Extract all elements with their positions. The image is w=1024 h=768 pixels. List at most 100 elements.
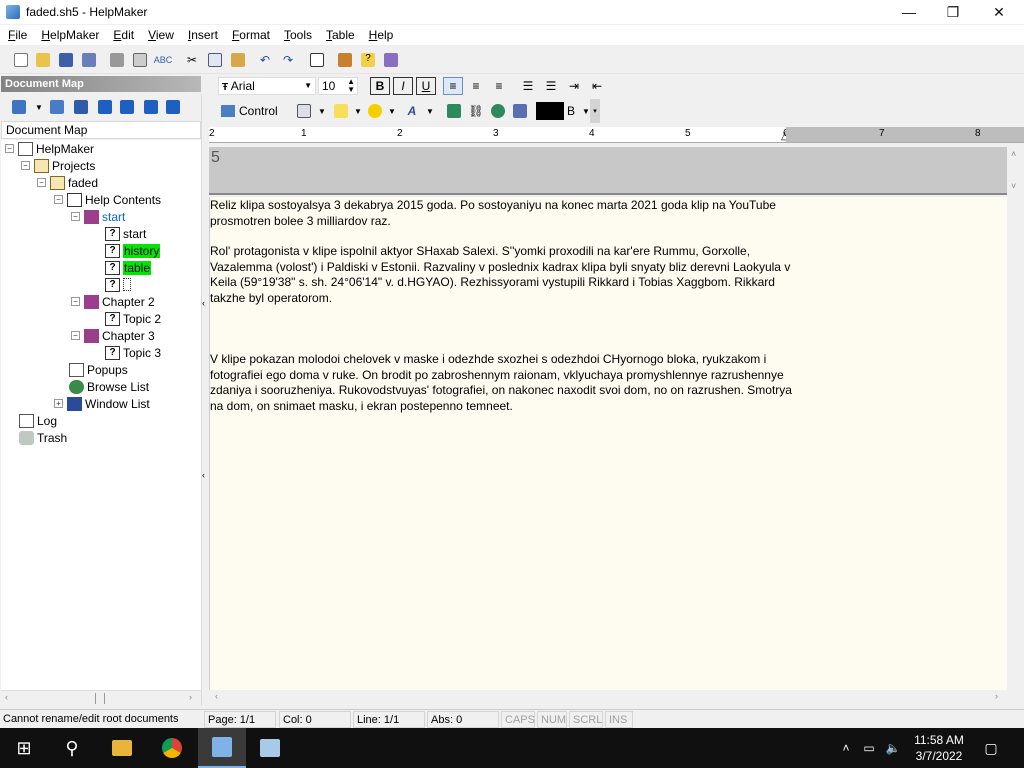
tree-node-blank-topic[interactable]: ? xyxy=(105,276,131,293)
tree-node-helpmaker[interactable]: − HelpMaker xyxy=(5,140,94,157)
align-left-button[interactable]: ≡ xyxy=(443,77,463,95)
save-icon[interactable] xyxy=(57,51,75,69)
picture-icon[interactable] xyxy=(510,102,530,120)
toolbar-overflow-icon[interactable]: ▾ xyxy=(590,99,600,123)
menu-tools[interactable]: Tools xyxy=(284,28,312,42)
taskbar-clock[interactable]: 11:58 AM 3/7/2022 xyxy=(906,732,972,764)
help-icon[interactable]: ? xyxy=(359,51,377,69)
scroll-down-icon[interactable]: ˅ xyxy=(1011,181,1016,191)
new-document-icon[interactable] xyxy=(12,51,30,69)
print-icon[interactable] xyxy=(108,51,126,69)
scroll-up-icon[interactable]: ˄ xyxy=(1011,149,1016,159)
numbering-button[interactable]: ☰ xyxy=(541,77,561,95)
link-icon[interactable]: ⛓ xyxy=(466,102,486,120)
indent-button[interactable]: ⇥ xyxy=(564,77,584,95)
topic-list-icon[interactable] xyxy=(72,98,90,116)
chevron-down-icon[interactable]: ▼ xyxy=(30,98,48,116)
copy-icon[interactable] xyxy=(206,51,224,69)
properties-icon[interactable] xyxy=(308,51,326,69)
tree-horizontal-scrollbar[interactable]: ‹ › xyxy=(1,690,201,707)
chevron-down-icon[interactable]: ▼ xyxy=(312,102,332,120)
close-button[interactable]: ✕ xyxy=(976,0,1022,24)
editor-horizontal-scrollbar[interactable]: ‹ › xyxy=(209,690,1024,707)
expand-icon[interactable]: + xyxy=(54,399,63,408)
menu-insert[interactable]: Insert xyxy=(188,28,218,42)
helpmaker-taskbar-icon[interactable] xyxy=(198,728,246,768)
editor-vertical-scrollbar[interactable] xyxy=(1007,197,1024,690)
tree-node-faded[interactable]: − faded xyxy=(37,174,98,191)
file-explorer-icon[interactable] xyxy=(98,728,146,768)
book-icon[interactable] xyxy=(382,51,400,69)
topic-editor[interactable]: Reliz klipa sostoyalsya 3 dekabrya 2015 … xyxy=(209,197,1007,690)
chrome-icon[interactable] xyxy=(148,728,196,768)
italic-button[interactable]: I xyxy=(393,77,413,95)
scroll-left-icon[interactable]: ‹ xyxy=(215,691,218,701)
undo-icon[interactable]: ↶ xyxy=(256,51,274,69)
table-insert-icon[interactable] xyxy=(294,102,314,120)
menu-edit[interactable]: Edit xyxy=(113,28,134,42)
open-folder-icon[interactable] xyxy=(34,51,52,69)
control-button[interactable]: Control xyxy=(220,102,290,120)
topic-header-pane[interactable]: 5 xyxy=(209,147,1007,195)
collapse-icon[interactable]: − xyxy=(21,161,30,170)
collapse-icon[interactable]: − xyxy=(37,178,46,187)
align-right-button[interactable]: ≡ xyxy=(489,77,509,95)
move-first-icon[interactable] xyxy=(96,98,114,116)
collapse-icon[interactable]: − xyxy=(71,297,80,306)
scroll-left-icon[interactable]: ‹ xyxy=(5,692,8,702)
move-last-icon[interactable] xyxy=(164,98,182,116)
outdent-button[interactable]: ⇤ xyxy=(587,77,607,95)
globe-icon[interactable] xyxy=(488,102,508,120)
menu-helpmaker[interactable]: HelpMaker xyxy=(41,28,99,42)
tree-node-topic3[interactable]: ? Topic 3 xyxy=(105,344,161,361)
align-center-button[interactable]: ≡ xyxy=(466,77,486,95)
tree-node-window-list[interactable]: + Window List xyxy=(54,395,150,412)
tree-node-chapter2[interactable]: − Chapter 2 xyxy=(71,293,155,310)
menu-view[interactable]: View xyxy=(148,28,174,42)
color-swatch[interactable] xyxy=(536,102,564,120)
tree-node-history[interactable]: ? history xyxy=(105,242,161,259)
tree-node-projects[interactable]: − Projects xyxy=(21,157,95,174)
tree-node-start-topic[interactable]: ? start xyxy=(105,225,146,242)
move-up-icon[interactable] xyxy=(118,98,136,116)
panel-splitter[interactable]: ‹ ‹ xyxy=(201,94,208,706)
paste-icon[interactable] xyxy=(229,51,247,69)
collapse-icon[interactable]: − xyxy=(71,331,80,340)
bullets-button[interactable]: ☰ xyxy=(518,77,538,95)
menu-file[interactable]: File xyxy=(8,28,27,42)
notifications-icon[interactable]: ▢ xyxy=(976,728,1006,768)
ruler[interactable]: 2 1 2 3 4 5 6 7 8 △ 7 8 xyxy=(209,127,1024,143)
underline-button[interactable]: U xyxy=(416,77,436,95)
windows-start-icon[interactable]: ⊞ xyxy=(0,728,48,768)
header-vertical-scrollbar[interactable]: ˄ ˅ xyxy=(1007,147,1024,197)
splitter-arrow-icon[interactable]: ‹ xyxy=(202,298,205,308)
tray-chevron-icon[interactable]: ˄ xyxy=(836,728,856,768)
chevron-down-icon[interactable]: ▼ xyxy=(304,78,312,94)
print-preview-icon[interactable] xyxy=(131,51,149,69)
splitter-arrow-icon[interactable]: ‹ xyxy=(202,470,205,480)
collapse-icon[interactable]: − xyxy=(54,195,63,204)
spellcheck-icon[interactable]: ABC xyxy=(154,51,173,69)
chevron-down-icon[interactable]: ▼ xyxy=(382,102,402,120)
text-style-icon[interactable]: A xyxy=(402,102,422,120)
tree-node-topic2[interactable]: ? Topic 2 xyxy=(105,310,161,327)
scroll-thumb[interactable] xyxy=(95,693,105,704)
cut-icon[interactable]: ✂ xyxy=(183,51,201,69)
menu-table[interactable]: Table xyxy=(326,28,355,42)
collapse-icon[interactable]: − xyxy=(5,144,14,153)
tree-node-popups[interactable]: Popups xyxy=(69,361,128,378)
search-icon[interactable]: ⚲ xyxy=(48,728,96,768)
notepad-taskbar-icon[interactable] xyxy=(246,728,294,768)
insert-image-icon[interactable] xyxy=(444,102,464,120)
compile-icon[interactable] xyxy=(336,51,354,69)
redo-icon[interactable]: ↷ xyxy=(279,51,297,69)
menu-format[interactable]: Format xyxy=(232,28,270,42)
spin-icon[interactable]: ▲ ▼ xyxy=(347,78,355,94)
tree-node-start-book[interactable]: − start xyxy=(71,208,125,225)
menu-help[interactable]: Help xyxy=(369,28,394,42)
font-name-select[interactable]: Ŧ Arial ▼ xyxy=(218,77,316,95)
chevron-down-icon[interactable]: ▼ xyxy=(420,102,440,120)
edit-topic-icon[interactable] xyxy=(48,98,66,116)
scroll-right-icon[interactable]: › xyxy=(995,691,998,701)
volume-icon[interactable]: 🔈 xyxy=(882,728,904,768)
